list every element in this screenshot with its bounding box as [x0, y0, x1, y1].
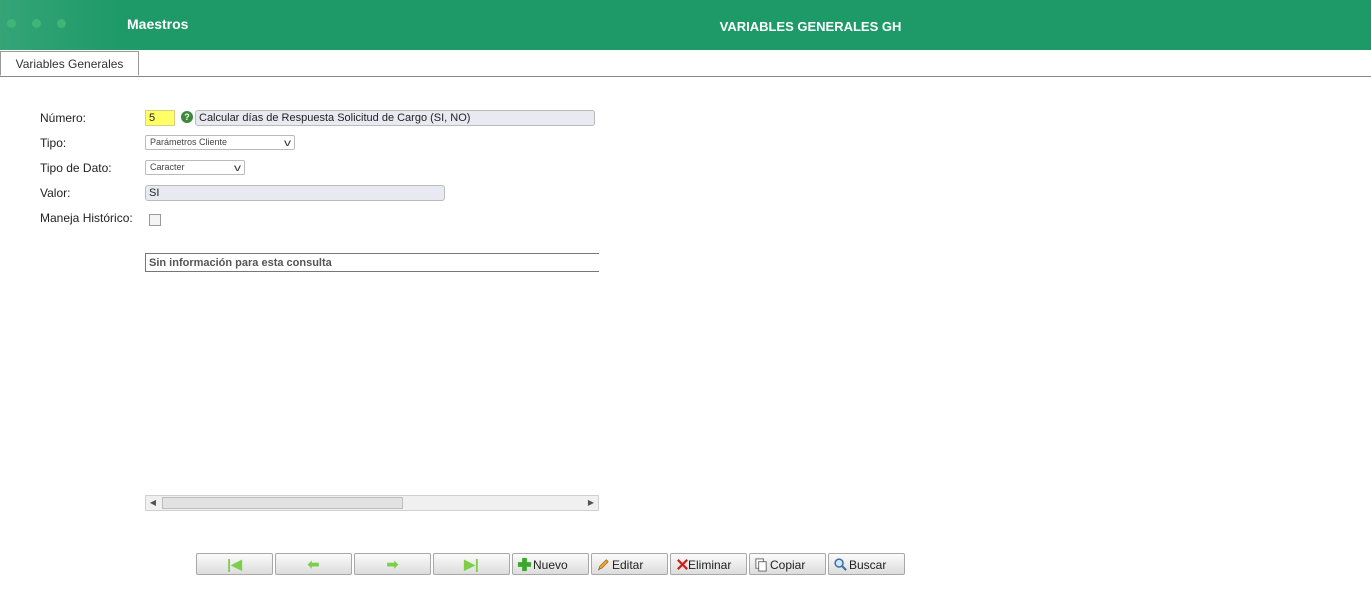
tipo-select[interactable]: Parámetros Cliente v — [145, 135, 295, 150]
nuevo-label: Nuevo — [533, 558, 568, 572]
nuevo-button[interactable]: Nuevo — [512, 553, 589, 575]
grid-empty-message: Sin información para esta consulta — [149, 257, 332, 269]
plus-icon — [517, 557, 532, 572]
pencil-icon — [597, 559, 609, 571]
first-record-button[interactable]: |◀ — [196, 553, 273, 575]
previous-record-icon: ⬅ — [307, 556, 320, 572]
numero-label: Número: — [40, 111, 87, 125]
help-icon[interactable]: ? — [181, 111, 193, 123]
editar-label: Editar — [612, 558, 644, 572]
window-dot-2[interactable] — [32, 19, 41, 28]
next-record-button[interactable]: ➡ — [354, 553, 431, 575]
tab-variables-generales[interactable]: Variables Generales — [0, 51, 139, 76]
chevron-down-icon: v — [284, 138, 291, 149]
copy-icon — [755, 558, 767, 572]
next-record-icon: ➡ — [386, 556, 399, 572]
last-record-icon: ▶| — [464, 556, 479, 572]
app-header: Maestros VARIABLES GENERALES GH — [0, 0, 1371, 50]
tipo-dato-select-value: Caracter — [150, 162, 185, 172]
results-grid: Sin información para esta consulta — [145, 253, 599, 272]
magnifier-icon — [834, 558, 847, 571]
scroll-left-icon[interactable]: ◀ — [146, 496, 160, 510]
numero-description-field: Calcular días de Respuesta Solicitud de … — [195, 110, 595, 126]
valor-label: Valor: — [40, 186, 71, 200]
maneja-historico-checkbox[interactable] — [149, 214, 161, 226]
eliminar-button[interactable]: Eliminar — [670, 553, 747, 575]
buscar-label: Buscar — [849, 558, 887, 572]
window-dot-3[interactable] — [57, 19, 66, 28]
editar-button[interactable]: Editar — [591, 553, 668, 575]
scroll-thumb[interactable] — [162, 497, 403, 509]
numero-input[interactable]: 5 — [145, 110, 175, 126]
buscar-button[interactable]: Buscar — [828, 553, 905, 575]
app-title: Maestros — [127, 16, 189, 32]
window-title: VARIABLES GENERALES GH — [719, 19, 902, 34]
copiar-button[interactable]: Copiar — [749, 553, 826, 575]
tab-bar: Variables Generales — [0, 50, 1371, 77]
tipo-dato-label: Tipo de Dato: — [40, 161, 112, 175]
maneja-historico-label: Maneja Histórico: — [40, 211, 133, 225]
horizontal-scrollbar[interactable]: ◀ ▶ — [145, 495, 599, 511]
first-record-icon: |◀ — [227, 556, 242, 572]
copiar-label: Copiar — [770, 558, 806, 572]
window-dot-1[interactable] — [7, 19, 16, 28]
tipo-dato-select[interactable]: Caracter v — [145, 160, 245, 175]
tipo-label: Tipo: — [40, 136, 67, 150]
last-record-button[interactable]: ▶| — [433, 553, 510, 575]
previous-record-button[interactable]: ⬅ — [275, 553, 352, 575]
eliminar-label: Eliminar — [688, 558, 732, 572]
tipo-select-value: Parámetros Cliente — [150, 137, 228, 147]
chevron-down-icon: v — [234, 163, 241, 174]
scroll-right-icon[interactable]: ▶ — [584, 496, 598, 510]
valor-input[interactable]: SI — [145, 185, 445, 201]
